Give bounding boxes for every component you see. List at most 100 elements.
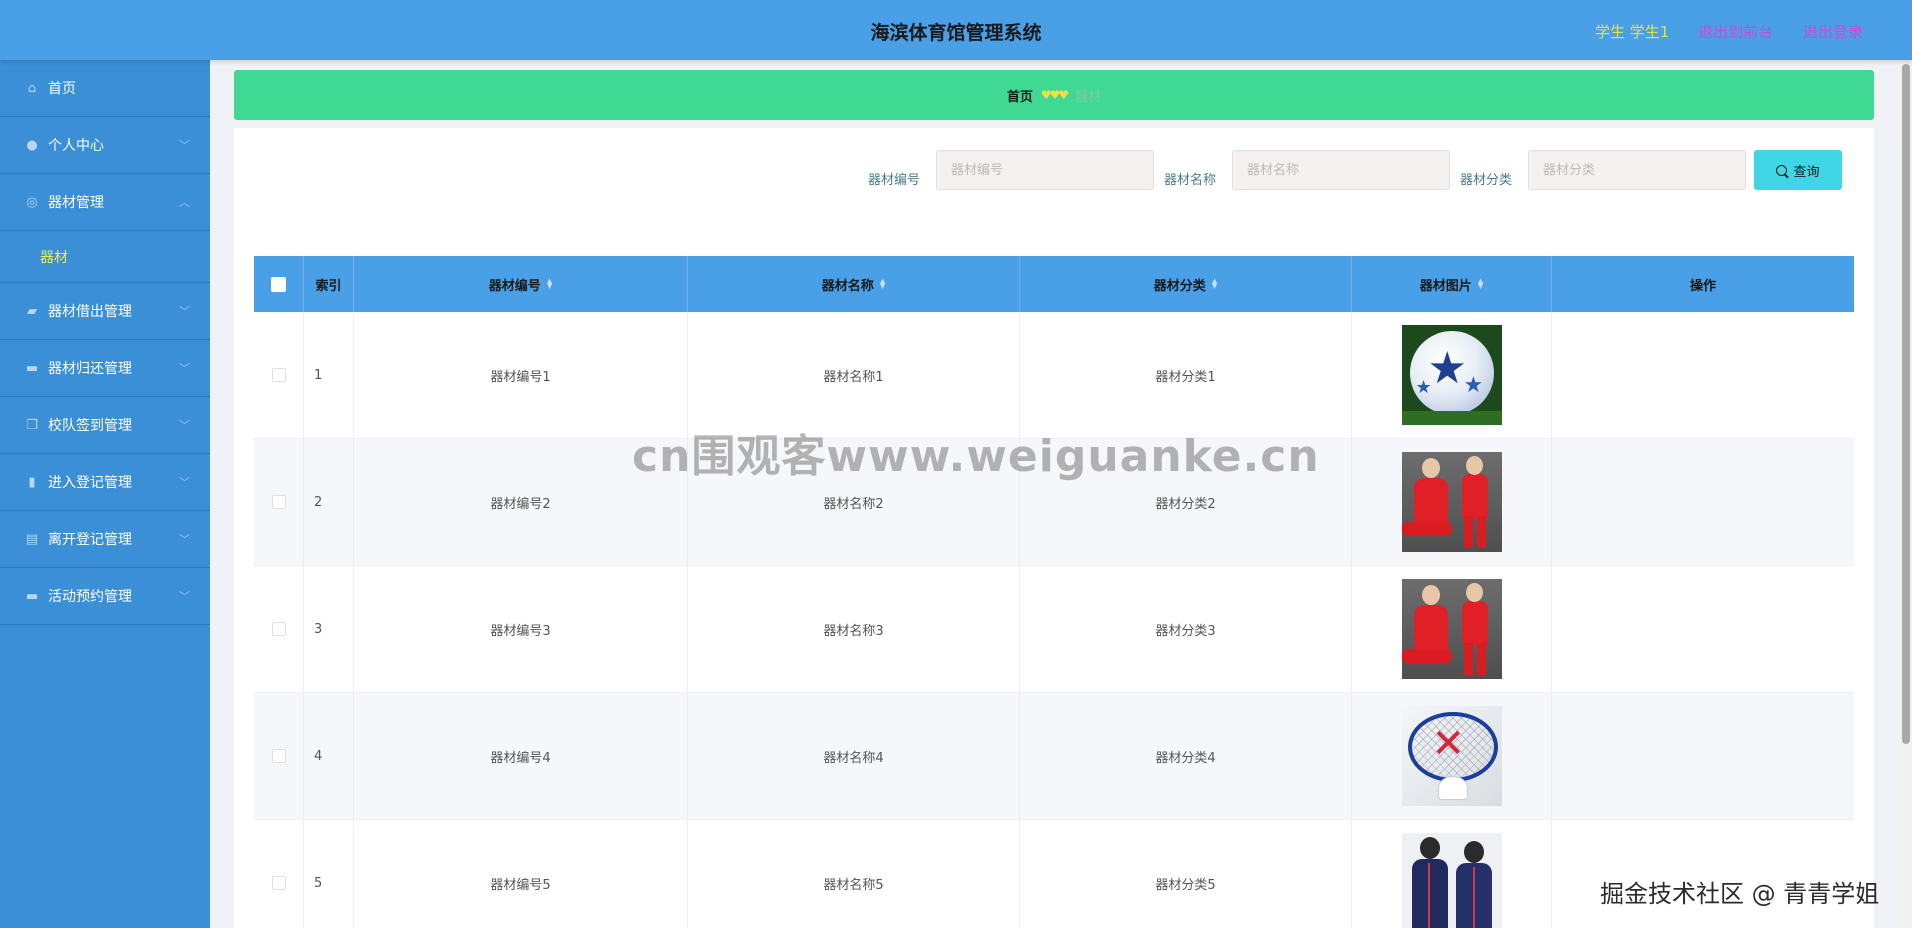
row-name: 器材名称1: [688, 312, 1020, 438]
row-name: 器材名称2: [688, 439, 1020, 565]
header-index: 索引: [304, 256, 354, 312]
chevron-up-icon: ︿: [179, 196, 190, 209]
content-panel: 器材编号 器材名称 器材分类 查询 索引 器材编号▲▼ 器材名称▲▼ 器材分类▲…: [234, 128, 1874, 928]
sidebar-item-home[interactable]: ⌂ 首页: [0, 60, 210, 117]
sort-icon[interactable]: ▲ ▼: [1212, 278, 1217, 290]
copy-icon: ❐: [26, 417, 38, 433]
compass-icon: ◎: [26, 194, 38, 210]
search-code-label: 器材编号: [868, 173, 921, 188]
breadcrumb-home[interactable]: 首页: [1007, 86, 1033, 105]
row-index: 4: [304, 693, 354, 819]
sidebar-item-label: 个人中心: [48, 138, 104, 154]
row-category: 器材分类3: [1020, 566, 1352, 692]
search-button[interactable]: 查询: [1754, 150, 1842, 190]
sidebar-item-label: 活动预约管理: [48, 589, 132, 605]
search-name-input[interactable]: [1232, 150, 1450, 190]
equipment-table: 索引 器材编号 ▲ ▼ 器材名称 ▲ ▼ 器材分类 ▲ ▼ 器材图片 ▲ ▼ 操作 1 器材编号…: [254, 256, 1854, 928]
search-category-input[interactable]: [1528, 150, 1746, 190]
row-name: 器材名称5: [688, 820, 1020, 928]
chevron-down-icon: ﹀: [179, 362, 190, 375]
search-code-input[interactable]: [936, 150, 1154, 190]
badminton-image[interactable]: ✕: [1401, 706, 1502, 806]
header-code[interactable]: 器材编号 ▲ ▼: [354, 256, 688, 312]
logout-link[interactable]: 退出登录: [1803, 21, 1863, 42]
red-tracksuit-image[interactable]: [1401, 579, 1502, 679]
sort-icon[interactable]: ▲ ▼: [1478, 278, 1483, 290]
header-actions: 操作: [1689, 278, 1716, 294]
row-category: 器材分类4: [1020, 693, 1352, 819]
row-code: 器材编号3: [354, 566, 688, 692]
sidebar-item-profile[interactable]: ● 个人中心 ﹀: [0, 117, 210, 174]
table-row: 1 器材编号1 器材名称1 器材分类1 ★ ★ ★: [254, 312, 1854, 439]
row-index: 1: [304, 312, 354, 438]
chat-icon: ▬: [25, 588, 39, 604]
sidebar-item-label: 器材借出管理: [48, 304, 132, 320]
search-name-label: 器材名称: [1164, 173, 1217, 188]
sort-icon[interactable]: ▲ ▼: [547, 278, 552, 290]
sidebar-item-label: 器材管理: [48, 195, 104, 211]
header-image[interactable]: 器材图片 ▲ ▼: [1352, 256, 1552, 312]
table-row: 3 器材编号3 器材名称3 器材分类3: [254, 566, 1854, 693]
sidebar-item-lending[interactable]: ▰ 器材借出管理 ﹀: [0, 283, 210, 340]
table-row: 4 器材编号4 器材名称4 器材分类4 ✕: [254, 693, 1854, 820]
table-row: 5 器材编号5 器材名称5 器材分类5: [254, 820, 1854, 928]
row-code: 器材编号2: [354, 439, 688, 565]
sort-icon[interactable]: ▲ ▼: [880, 278, 885, 290]
sidebar-item-return[interactable]: ▬ 器材归还管理 ﹀: [0, 340, 210, 397]
sidebar-item-label: 进入登记管理: [48, 475, 132, 491]
row-name: 器材名称4: [688, 693, 1020, 819]
row-category: 器材分类2: [1020, 439, 1352, 565]
sidebar-item-exit[interactable]: ▤ 离开登记管理 ﹀: [0, 511, 210, 568]
home-icon: ⌂: [27, 80, 37, 96]
sidebar-item-label: 器材: [40, 249, 68, 266]
sidebar-item-equipment-management[interactable]: ◎ 器材管理 ︿: [0, 174, 210, 231]
row-checkbox[interactable]: [271, 749, 286, 763]
table-header: 索引 器材编号 ▲ ▼ 器材名称 ▲ ▼ 器材分类 ▲ ▼ 器材图片 ▲ ▼ 操作: [254, 256, 1854, 312]
soccer-ball-image[interactable]: ★ ★ ★: [1401, 325, 1502, 425]
row-actions: [1552, 312, 1854, 438]
row-actions: [1552, 693, 1854, 819]
row-checkbox[interactable]: [271, 622, 286, 636]
user-icon: ●: [26, 137, 38, 153]
row-category: 器材分类1: [1020, 312, 1352, 438]
select-all-checkbox[interactable]: [271, 276, 286, 292]
red-tracksuit-image[interactable]: [1401, 452, 1502, 552]
chevron-down-icon: ﹀: [179, 590, 190, 603]
select-all-cell: [254, 256, 304, 312]
scrollbar-thumb[interactable]: [1902, 64, 1910, 744]
sidebar: ⌂ 首页 ● 个人中心 ﹀ ◎ 器材管理 ︿ 器材 ▰ 器材借出管理 ﹀ ▬ 器…: [0, 60, 210, 928]
header-name[interactable]: 器材名称 ▲ ▼: [688, 256, 1020, 312]
row-checkbox[interactable]: [271, 368, 286, 382]
row-index: 3: [304, 566, 354, 692]
row-actions: [1552, 439, 1854, 565]
sidebar-item-entry[interactable]: ▮ 进入登记管理 ﹀: [0, 454, 210, 511]
table-row: 2 器材编号2 器材名称2 器材分类2: [254, 439, 1854, 566]
search-button-label: 查询: [1793, 164, 1820, 180]
microphone-icon: ▮: [28, 474, 36, 490]
sidebar-item-checkin[interactable]: ❐ 校队签到管理 ﹀: [0, 397, 210, 454]
breadcrumb-current: 器材: [1075, 89, 1102, 105]
sidebar-item-reservation[interactable]: ▬ 活动预约管理 ﹀: [0, 568, 210, 625]
chevron-down-icon: ﹀: [179, 533, 190, 546]
row-category: 器材分类5: [1020, 820, 1352, 928]
header-category[interactable]: 器材分类 ▲ ▼: [1020, 256, 1352, 312]
chevron-down-icon: ﹀: [179, 305, 190, 318]
to-frontend-link[interactable]: 退出到前台: [1698, 21, 1773, 42]
navy-tracksuit-image[interactable]: [1401, 833, 1502, 928]
row-checkbox[interactable]: [271, 876, 286, 890]
main-content: 首页 ♥♥♥ 器材 器材编号 器材名称 器材分类 查询 索引 器材编号▲▼ 器材…: [210, 60, 1900, 928]
chevron-down-icon: ﹀: [179, 476, 190, 489]
row-index: 2: [304, 439, 354, 565]
page-scrollbar[interactable]: [1900, 60, 1912, 928]
row-name: 器材名称3: [688, 566, 1020, 692]
search-icon: [1776, 164, 1788, 176]
row-code: 器材编号5: [354, 820, 688, 928]
row-actions: [1552, 566, 1854, 692]
sidebar-item-label: 首页: [48, 81, 76, 97]
chevron-down-icon: ﹀: [179, 419, 190, 432]
current-user: 学生 学生1: [1595, 23, 1670, 41]
row-actions: [1552, 820, 1854, 928]
sidebar-subitem-equipment[interactable]: 器材: [0, 231, 210, 283]
row-checkbox[interactable]: [271, 495, 286, 509]
row-code: 器材编号1: [354, 312, 688, 438]
